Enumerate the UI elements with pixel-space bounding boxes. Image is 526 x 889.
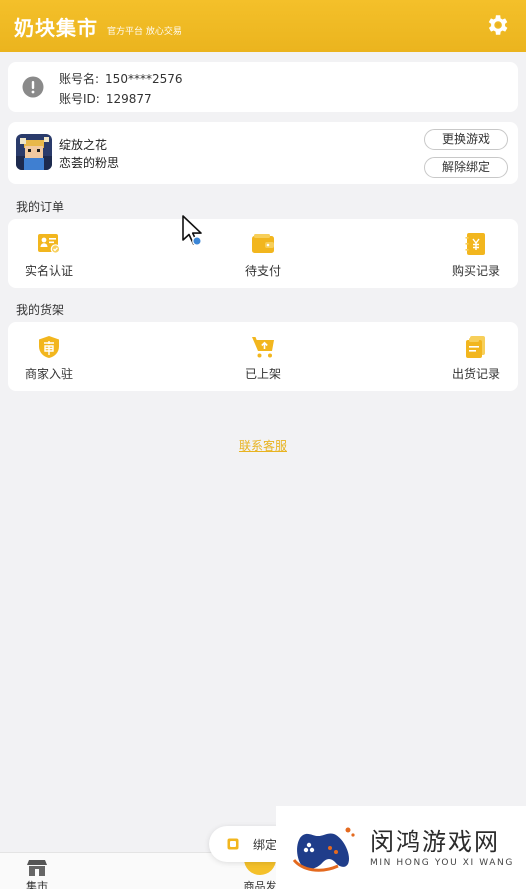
alert-info-icon [22,76,44,98]
contact-support-link[interactable]: 联系客服 [0,437,526,454]
orders-section-title: 我的订单 [16,200,65,214]
merchant-shield-icon [39,336,59,358]
menu-item-shipment-record[interactable]: 出货记录 [431,322,521,391]
account-id-label: 账号ID: [59,92,100,106]
bind-icon [227,838,239,850]
watermark-title: 闵鸿游戏网 [370,828,500,856]
watermark-subtitle: MIN HONG YOU XI WANG [370,858,514,868]
menu-item-label: 购买记录 [451,264,500,278]
store-icon [27,860,47,876]
menu-item-label: 待支付 [244,264,281,278]
watermark: 闵鸿游戏网 MIN HONG YOU XI WANG [276,806,526,889]
bind-label: 绑定 [253,838,278,852]
app-header: 奶块集市 官方平台 放心交易 [0,0,526,52]
role-name: 恋荟的粉思 [59,156,120,170]
account-name-value: 150****2576 [105,72,183,86]
game-binding-card: 绽放之花 恋荟的粉思 更换游戏 解除绑定 [8,122,518,184]
menu-item-purchase-record[interactable]: 购买记录 [431,219,521,288]
account-id-row: 账号ID: 129877 [59,90,152,107]
settings-gear-icon[interactable] [484,12,510,38]
orders-menu: 实名认证 待支付 购买记录 [8,219,518,288]
app-title: 奶块集市 [14,15,98,40]
wallet-icon [252,234,274,253]
menu-item-real-name[interactable]: 实名认证 [4,219,94,288]
shipment-record-icon [466,336,485,358]
id-card-icon [38,234,61,254]
nav-market-label: 集市 [26,880,48,889]
account-id-value: 129877 [105,92,152,106]
shelf-section-title: 我的货架 [16,303,65,317]
app-slogan: 官方平台 放心交易 [107,26,182,37]
watermark-gamepad-logo [292,827,355,872]
menu-item-listed[interactable]: 已上架 [218,322,308,391]
unbind-button[interactable]: 解除绑定 [424,157,508,178]
account-card: 账号名: 150****2576 账号ID: 129877 [8,62,518,112]
cart-upload-icon [252,337,274,358]
menu-item-label: 商家入驻 [24,367,73,381]
account-name-row: 账号名: 150****2576 [59,70,183,87]
menu-item-pending-payment[interactable]: 待支付 [218,219,308,288]
mouse-cursor-icon [182,215,202,246]
menu-item-merchant-join[interactable]: 商家入驻 [4,322,94,391]
nav-item-market[interactable]: 集市 [0,853,77,889]
game-avatar [16,134,52,170]
account-name-label: 账号名: [59,72,100,86]
menu-item-label: 已上架 [244,367,281,381]
shelf-menu: 商家入驻 已上架 出货记录 [8,322,518,391]
menu-item-label: 实名认证 [24,264,73,278]
game-name: 绽放之花 [59,138,108,152]
menu-item-label: 出货记录 [451,367,500,381]
purchase-record-icon [465,233,485,255]
switch-game-button[interactable]: 更换游戏 [424,129,508,150]
game-character-icon [16,134,52,170]
